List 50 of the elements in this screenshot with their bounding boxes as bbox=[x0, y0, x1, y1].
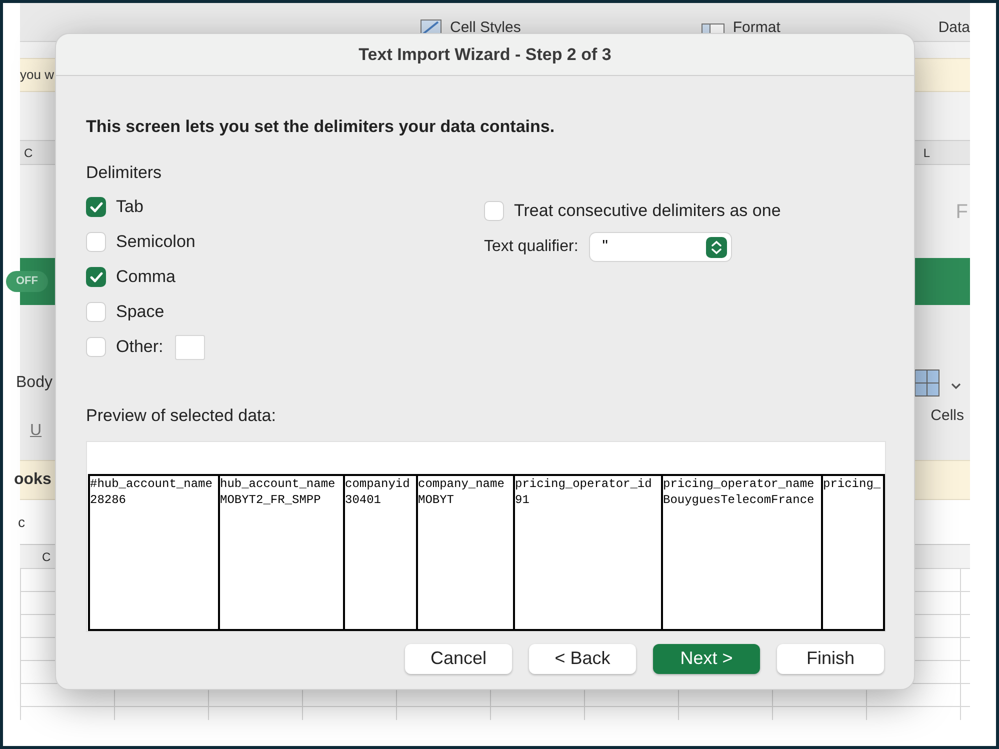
text-qualifier-select[interactable]: " bbox=[590, 233, 732, 261]
dialog-button[interactable]: < Back bbox=[529, 644, 636, 674]
preview-value: BouyguesTelecomFrance bbox=[663, 492, 816, 508]
field-label: Text qualifier: bbox=[484, 237, 578, 257]
dialog-button[interactable]: Finish bbox=[777, 644, 884, 674]
preview-value: 30401 bbox=[345, 492, 382, 508]
preview-value: MOBYT2_FR_SMPP bbox=[220, 492, 322, 508]
checkbox-label: Other: bbox=[116, 336, 164, 358]
column-header-text: hub_account_name bbox=[220, 476, 336, 492]
section-label: Delimiters bbox=[86, 162, 163, 184]
instruction-heading: This screen lets you set the delimiters your data contains. bbox=[86, 116, 556, 138]
underline-button[interactable]: U bbox=[30, 419, 52, 443]
checkbox[interactable] bbox=[86, 232, 106, 252]
column-header: L bbox=[923, 144, 930, 162]
checkbox[interactable] bbox=[484, 201, 504, 221]
preview-value: MOBYT bbox=[418, 492, 456, 508]
checkbox-label: Comma bbox=[116, 266, 176, 288]
checkbox[interactable] bbox=[86, 302, 106, 322]
font-name[interactable]: Body bbox=[16, 371, 52, 395]
checkmark-icon bbox=[90, 272, 102, 282]
column-header-text: companyid bbox=[345, 476, 411, 492]
banner-text: you w bbox=[20, 66, 54, 84]
section-label: Preview of selected data: bbox=[86, 405, 277, 427]
column-header-text: #hub_account_name bbox=[90, 476, 214, 492]
checkbox-label: Space bbox=[116, 301, 164, 324]
checkbox-label: Treat consecutive delimiters as one bbox=[514, 200, 781, 222]
column-header-text: pricing_operator_name bbox=[663, 476, 816, 492]
banner-text: ooks bbox=[14, 470, 52, 490]
input-field[interactable] bbox=[175, 334, 206, 360]
column-header: C bbox=[24, 144, 33, 162]
checkbox-label: Tab bbox=[116, 196, 144, 218]
dialog-button[interactable]: Cancel bbox=[405, 644, 512, 674]
ribbon-label[interactable]: Data bbox=[938, 16, 970, 39]
column-header-text: company_name bbox=[418, 476, 506, 492]
formula-bar-text: c bbox=[18, 512, 25, 532]
ribbon-label[interactable]: Cells bbox=[930, 405, 964, 428]
checkbox[interactable] bbox=[86, 197, 106, 217]
side-letter: F bbox=[956, 200, 968, 224]
primary-button[interactable]: Next > bbox=[653, 644, 760, 674]
stepper-icon bbox=[706, 236, 728, 258]
preview-value: 91 bbox=[515, 492, 530, 508]
checkbox-label: Semicolon bbox=[116, 231, 196, 254]
checkbox[interactable] bbox=[86, 267, 106, 287]
column-header: C bbox=[42, 548, 51, 566]
preview-value: 28286 bbox=[90, 492, 128, 508]
checkmark-icon bbox=[90, 202, 102, 212]
column-header-text: pricing_operator_id bbox=[515, 476, 653, 492]
checkbox[interactable] bbox=[86, 337, 106, 357]
dialog-title: Text Import Wizard - Step 2 of 3 bbox=[358, 44, 612, 66]
column-header-text: pricing_ bbox=[823, 476, 882, 492]
